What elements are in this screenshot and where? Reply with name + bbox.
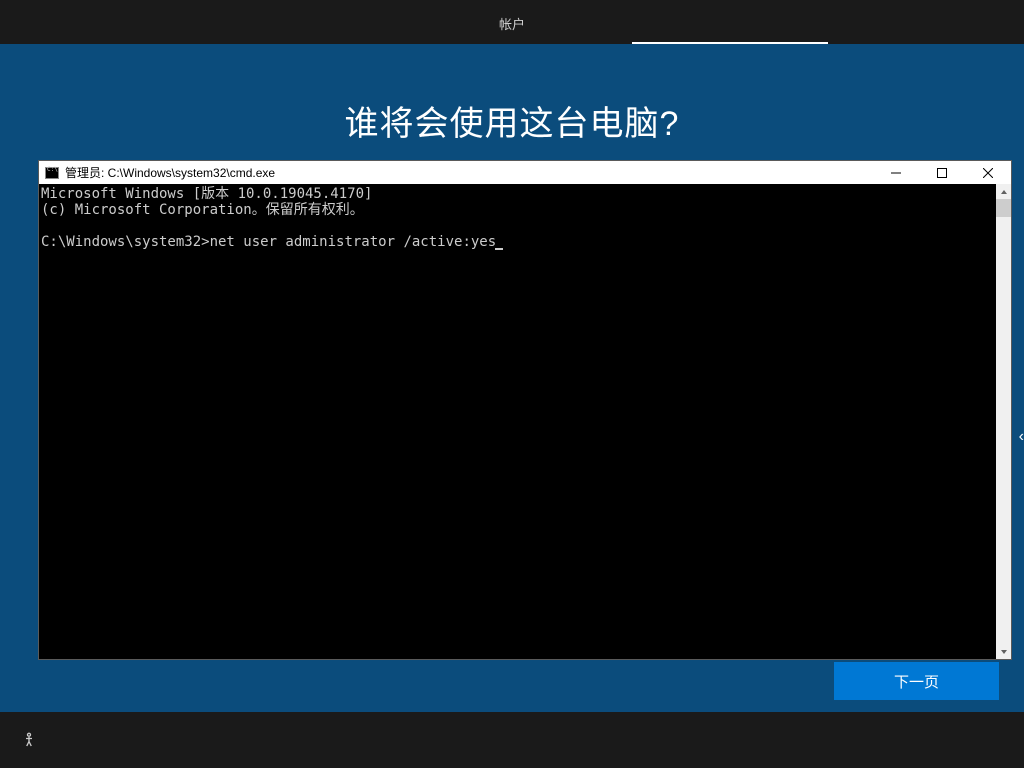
cmd-input: net user administrator /active:yes <box>210 234 497 250</box>
cmd-output-line: (c) Microsoft Corporation。保留所有权利。 <box>41 202 364 218</box>
cmd-output-line: Microsoft Windows [版本 10.0.19045.4170] <box>41 186 372 202</box>
window-controls <box>873 161 1011 184</box>
minimize-button[interactable] <box>873 161 919 184</box>
cmd-title: 管理员: C:\Windows\system32\cmd.exe <box>65 164 275 181</box>
side-chevron-icon: ‹ <box>1019 428 1024 446</box>
cmd-scrollbar[interactable] <box>996 184 1011 659</box>
scroll-up-button[interactable] <box>996 184 1011 199</box>
tab-underline <box>632 42 828 44</box>
accessibility-icon[interactable] <box>20 731 38 749</box>
next-button[interactable]: 下一页 <box>834 662 999 700</box>
cmd-window: 管理员: C:\Windows\system32\cmd.exe Microso… <box>38 160 1012 660</box>
maximize-button[interactable] <box>919 161 965 184</box>
cmd-body[interactable]: Microsoft Windows [版本 10.0.19045.4170] (… <box>39 184 996 659</box>
setup-title: 谁将会使用这台电脑? <box>0 96 1024 145</box>
tab-account[interactable]: 帐户 <box>459 0 565 45</box>
cmd-prompt: C:\Windows\system32> <box>41 234 210 250</box>
close-button[interactable] <box>965 161 1011 184</box>
cmd-icon <box>45 167 59 179</box>
cmd-cursor <box>495 248 503 250</box>
bottom-bar <box>0 712 1024 768</box>
scroll-down-button[interactable] <box>996 644 1011 659</box>
scroll-thumb[interactable] <box>996 199 1011 217</box>
scroll-track[interactable] <box>996 199 1011 644</box>
top-bar: 帐户 <box>0 0 1024 44</box>
cmd-titlebar[interactable]: 管理员: C:\Windows\system32\cmd.exe <box>39 161 1011 184</box>
